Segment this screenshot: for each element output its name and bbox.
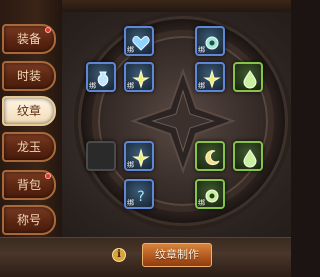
tab-backpack-label: 背包 [16, 178, 41, 192]
gear-emblem-icon [205, 36, 219, 50]
svg-text:?: ? [137, 189, 144, 205]
bound-marker: 绑 [127, 161, 134, 169]
emblem-slot[interactable]: 绑 [195, 26, 225, 56]
tab-equipment-label: 装备 [16, 32, 41, 46]
tab-equipment[interactable]: 装备 [2, 24, 56, 54]
bound-marker: 绑 [198, 46, 205, 54]
emblem-slot[interactable]: 绑 [195, 62, 225, 92]
bound-marker: 绑 [127, 82, 134, 90]
notification-dot [45, 27, 51, 33]
heart-emblem-icon [132, 36, 150, 51]
vase-emblem-icon [97, 71, 109, 87]
moon-emblem-icon [205, 150, 220, 166]
emblem-slot[interactable]: 绑 [124, 62, 154, 92]
empty-emblem-slot[interactable] [86, 141, 116, 171]
bound-marker: 绑 [127, 199, 134, 207]
tab-dragon-jade-label: 龙玉 [16, 140, 41, 154]
emblem-slot[interactable]: 绑 [86, 62, 116, 92]
tab-emblem-label: 纹章 [16, 104, 41, 118]
info-icon[interactable]: i [112, 248, 126, 262]
emblem-slot[interactable] [195, 141, 225, 171]
dagger-emblem-icon [203, 69, 221, 89]
drop-emblem-icon [243, 149, 257, 168]
dagger-emblem-icon [132, 148, 150, 168]
emblem-craft-button[interactable]: 纹章制作 [142, 243, 212, 267]
question-emblem-icon: ? [137, 189, 144, 205]
drop-emblem-icon [243, 70, 257, 89]
bound-marker: 绑 [198, 199, 205, 207]
bound-marker: 绑 [198, 82, 205, 90]
tab-fashion-label: 时装 [16, 69, 41, 83]
bound-marker: 绑 [127, 46, 134, 54]
tab-backpack[interactable]: 背包 [2, 170, 56, 200]
gear-emblem-icon [205, 189, 219, 203]
emblem-slot[interactable]: 绑 [195, 179, 225, 209]
game-scene: 装备 时装 纹章 龙玉 背包 称号 绑 绑 绑 绑 绑 绑 ? 绑 绑 i 纹章… [0, 0, 291, 277]
notification-dot [45, 173, 51, 179]
tab-fashion[interactable]: 时装 [2, 61, 56, 91]
tab-emblem[interactable]: 纹章 [2, 96, 56, 126]
emblem-slot[interactable] [233, 62, 263, 92]
emblem-slot[interactable]: 绑 [124, 141, 154, 171]
emblem-slot[interactable]: 绑 [124, 26, 154, 56]
emblem-slot[interactable] [233, 141, 263, 171]
dagger-emblem-icon [132, 69, 150, 89]
tab-dragon-jade[interactable]: 龙玉 [2, 132, 56, 162]
bound-marker: 绑 [89, 82, 96, 90]
emblem-slot[interactable]: ? 绑 [124, 179, 154, 209]
tab-title[interactable]: 称号 [2, 205, 56, 235]
tab-title-label: 称号 [16, 213, 41, 227]
